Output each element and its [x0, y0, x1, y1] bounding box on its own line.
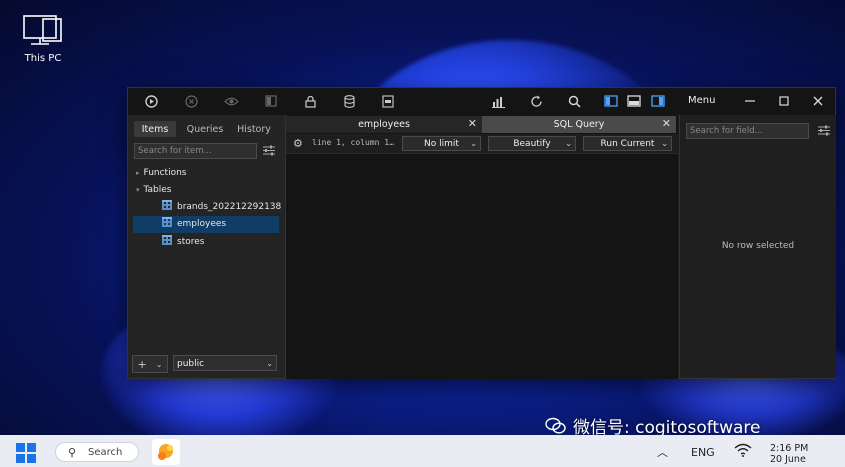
tree-tables-label: Tables — [143, 185, 172, 195]
table-icon — [162, 200, 172, 210]
table-item-stores[interactable]: stores — [162, 234, 204, 251]
chevron-up-icon[interactable]: ︿ — [657, 444, 668, 460]
toolbar: Menu — [128, 88, 835, 115]
app-logo-icon — [158, 444, 173, 460]
tab-label: SQL Query — [553, 119, 605, 130]
search-icon[interactable] — [566, 93, 582, 109]
circle-x-icon[interactable] — [183, 93, 199, 109]
close-tab-icon[interactable]: ✕ — [468, 117, 477, 130]
caret-right-icon: ▸ — [136, 169, 140, 177]
app-taskbar-icon[interactable] — [152, 439, 180, 465]
left-tabs: Items Queries History — [134, 121, 279, 137]
tab-queries[interactable]: Queries — [182, 121, 228, 137]
tree-functions-label: Functions — [143, 168, 187, 178]
table-item-label: stores — [177, 237, 205, 247]
chevron-down-icon: ⌄ — [565, 139, 572, 148]
chevron-down-icon: ⌄ — [661, 139, 668, 148]
eye-icon[interactable] — [223, 93, 239, 109]
wifi-icon[interactable] — [734, 443, 752, 460]
run-current-button[interactable]: Run Current ⌄ — [583, 136, 672, 151]
tree-tables[interactable]: ▾ Tables — [136, 182, 171, 199]
maximize-icon — [779, 96, 789, 106]
beautify-label: Beautify — [513, 138, 551, 149]
empty-state-text: No row selected — [721, 241, 795, 251]
limit-value: No limit — [424, 138, 459, 149]
query-toolbar: ⚙ line 1, column 1… No limit ⌄ Beautify … — [286, 134, 678, 153]
cursor-position: line 1, column 1… — [312, 138, 394, 147]
menu-button[interactable]: Menu — [688, 95, 715, 106]
computer-icon — [23, 15, 62, 45]
tab-employees[interactable]: employees ✕ — [286, 116, 482, 133]
search-icon: ⚲ — [68, 446, 77, 459]
maximize-button[interactable] — [774, 92, 794, 110]
right-panel: Search for field... No row selected — [679, 115, 836, 378]
limit-select[interactable]: No limit ⌄ — [402, 136, 481, 151]
layout-left-icon[interactable] — [603, 93, 619, 109]
add-label: + — [137, 357, 147, 371]
table-item-employees[interactable]: employees — [133, 216, 279, 233]
app-window: Menu Items Queries History Search for it… — [127, 87, 836, 379]
desktop-icon-this-pc[interactable]: This PC — [18, 14, 68, 64]
sql-file-icon[interactable] — [380, 93, 396, 109]
chart-icon[interactable] — [490, 93, 506, 109]
clock-date: 20 June — [770, 454, 806, 465]
taskbar: ⚲ Search ︿ ENG 2:16 PM 20 June — [0, 435, 845, 467]
editor-area: employees ✕ SQL Query ✕ ⚙ line 1, column… — [286, 115, 678, 379]
tab-sql-query[interactable]: SQL Query ✕ — [482, 116, 676, 133]
sql-editor[interactable] — [286, 153, 678, 379]
tab-label: employees — [358, 119, 410, 130]
lock-icon[interactable] — [302, 93, 318, 109]
item-search-input[interactable]: Search for item... — [134, 143, 257, 159]
run-label: Run Current — [600, 138, 655, 149]
minimize-button[interactable] — [740, 92, 760, 110]
desktop-icon-label: This PC — [24, 53, 62, 64]
minimize-icon — [745, 100, 755, 102]
chevron-down-icon: ⌄ — [266, 359, 273, 368]
wechat-icon — [545, 417, 566, 434]
add-button[interactable]: + ⌄ — [132, 355, 168, 373]
table-item-label: employees — [177, 219, 227, 229]
close-button[interactable] — [808, 92, 828, 110]
beautify-button[interactable]: Beautify ⌄ — [488, 136, 576, 151]
close-tab-icon[interactable]: ✕ — [662, 117, 671, 130]
layout-bottom-icon[interactable] — [626, 93, 642, 109]
schema-select[interactable]: public ⌄ — [173, 355, 277, 371]
table-icon — [162, 217, 172, 227]
clock-time: 2:16 PM — [770, 443, 809, 454]
field-search-input[interactable]: Search for field... — [686, 123, 809, 139]
left-panel: Items Queries History Search for item...… — [128, 115, 286, 378]
windows-start-icon[interactable] — [16, 443, 36, 463]
clock[interactable]: 2:16 PM 20 June — [770, 443, 808, 465]
close-icon — [813, 96, 823, 106]
gear-icon[interactable]: ⚙ — [293, 137, 303, 150]
tree-functions[interactable]: ▸ Functions — [136, 165, 187, 182]
taskbar-search-label: Search — [88, 447, 123, 458]
table-item-label: brands_202212292138 — [177, 202, 282, 212]
tab-history[interactable]: History — [230, 121, 278, 137]
refresh-icon[interactable] — [528, 93, 544, 109]
chevron-down-icon: ⌄ — [470, 139, 477, 148]
table-item-brands[interactable]: brands_202212292138 — [162, 199, 281, 216]
schema-value: public — [177, 359, 205, 369]
chevron-down-icon: ⌄ — [155, 359, 163, 369]
circle-play-icon[interactable] — [143, 93, 159, 109]
panel-icon[interactable] — [263, 93, 279, 109]
table-icon — [162, 235, 172, 245]
filter-icon[interactable] — [818, 125, 830, 139]
database-icon[interactable] — [341, 93, 357, 109]
caret-down-icon: ▾ — [136, 186, 140, 194]
layout-right-icon[interactable] — [650, 93, 666, 109]
taskbar-search[interactable]: ⚲ Search — [55, 442, 139, 462]
filter-icon[interactable] — [263, 145, 275, 157]
tab-items[interactable]: Items — [134, 121, 176, 137]
language-indicator[interactable]: ENG — [691, 446, 715, 459]
